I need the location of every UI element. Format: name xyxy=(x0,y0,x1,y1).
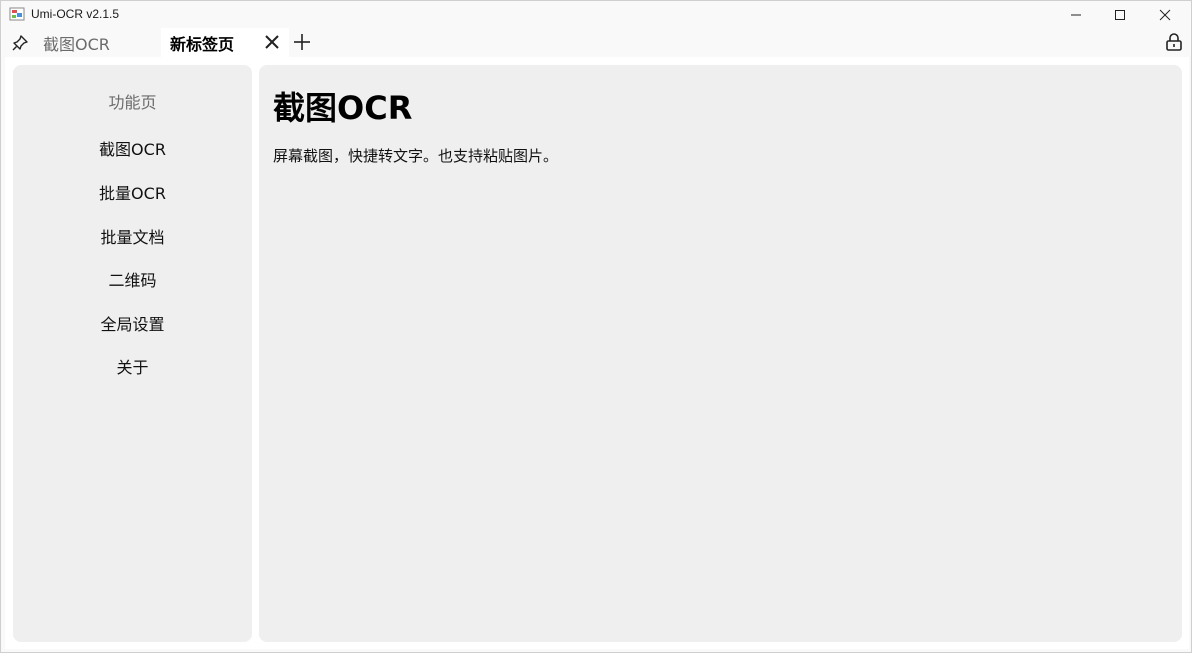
pin-icon[interactable] xyxy=(11,34,29,52)
tab-content: 功能页 截图OCR 批量OCR 批量文档 二维码 全局设置 关于 截图OCR 屏… xyxy=(5,57,1189,649)
title-bar[interactable]: Umi-OCR v2.1.5 xyxy=(1,1,1191,28)
maximize-icon xyxy=(1115,9,1125,20)
page-title: 截图OCR xyxy=(273,89,413,127)
main-panel: 截图OCR 屏幕截图，快捷转文字。也支持粘贴图片。 xyxy=(259,65,1182,642)
lock-icon[interactable] xyxy=(1165,32,1183,52)
minimize-button[interactable] xyxy=(1053,1,1099,28)
tab-label: 截图OCR xyxy=(43,34,110,54)
sidebar-item-batch-doc[interactable]: 批量文档 xyxy=(13,224,252,248)
window-title: Umi-OCR v2.1.5 xyxy=(31,7,120,21)
sidebar-header: 功能页 xyxy=(108,93,157,112)
minimize-icon xyxy=(1071,14,1081,15)
sidebar-item-global-settings[interactable]: 全局设置 xyxy=(13,311,252,335)
app-logo-icon xyxy=(9,7,25,21)
sidebar: 功能页 截图OCR 批量OCR 批量文档 二维码 全局设置 关于 xyxy=(13,65,252,642)
tab-screenshot-ocr[interactable]: 截图OCR xyxy=(33,28,159,57)
app-window: Umi-OCR v2.1.5 截图OCR 新标签页 功能页 截图OCR 批量OC… xyxy=(0,0,1192,653)
tab-close-icon[interactable] xyxy=(263,33,281,51)
close-window-button[interactable] xyxy=(1142,1,1188,28)
maximize-button[interactable] xyxy=(1097,1,1143,28)
plus-icon[interactable] xyxy=(293,33,311,51)
sidebar-item-about[interactable]: 关于 xyxy=(13,354,252,378)
page-description: 屏幕截图，快捷转文字。也支持粘贴图片。 xyxy=(273,147,559,165)
sidebar-item-batch-ocr[interactable]: 批量OCR xyxy=(13,180,252,204)
sidebar-item-qrcode[interactable]: 二维码 xyxy=(13,267,252,291)
close-icon xyxy=(1159,9,1171,20)
tab-label: 新标签页 xyxy=(170,34,235,54)
sidebar-item-screenshot-ocr[interactable]: 截图OCR xyxy=(13,136,252,160)
tab-bar: 截图OCR 新标签页 xyxy=(1,28,1191,57)
